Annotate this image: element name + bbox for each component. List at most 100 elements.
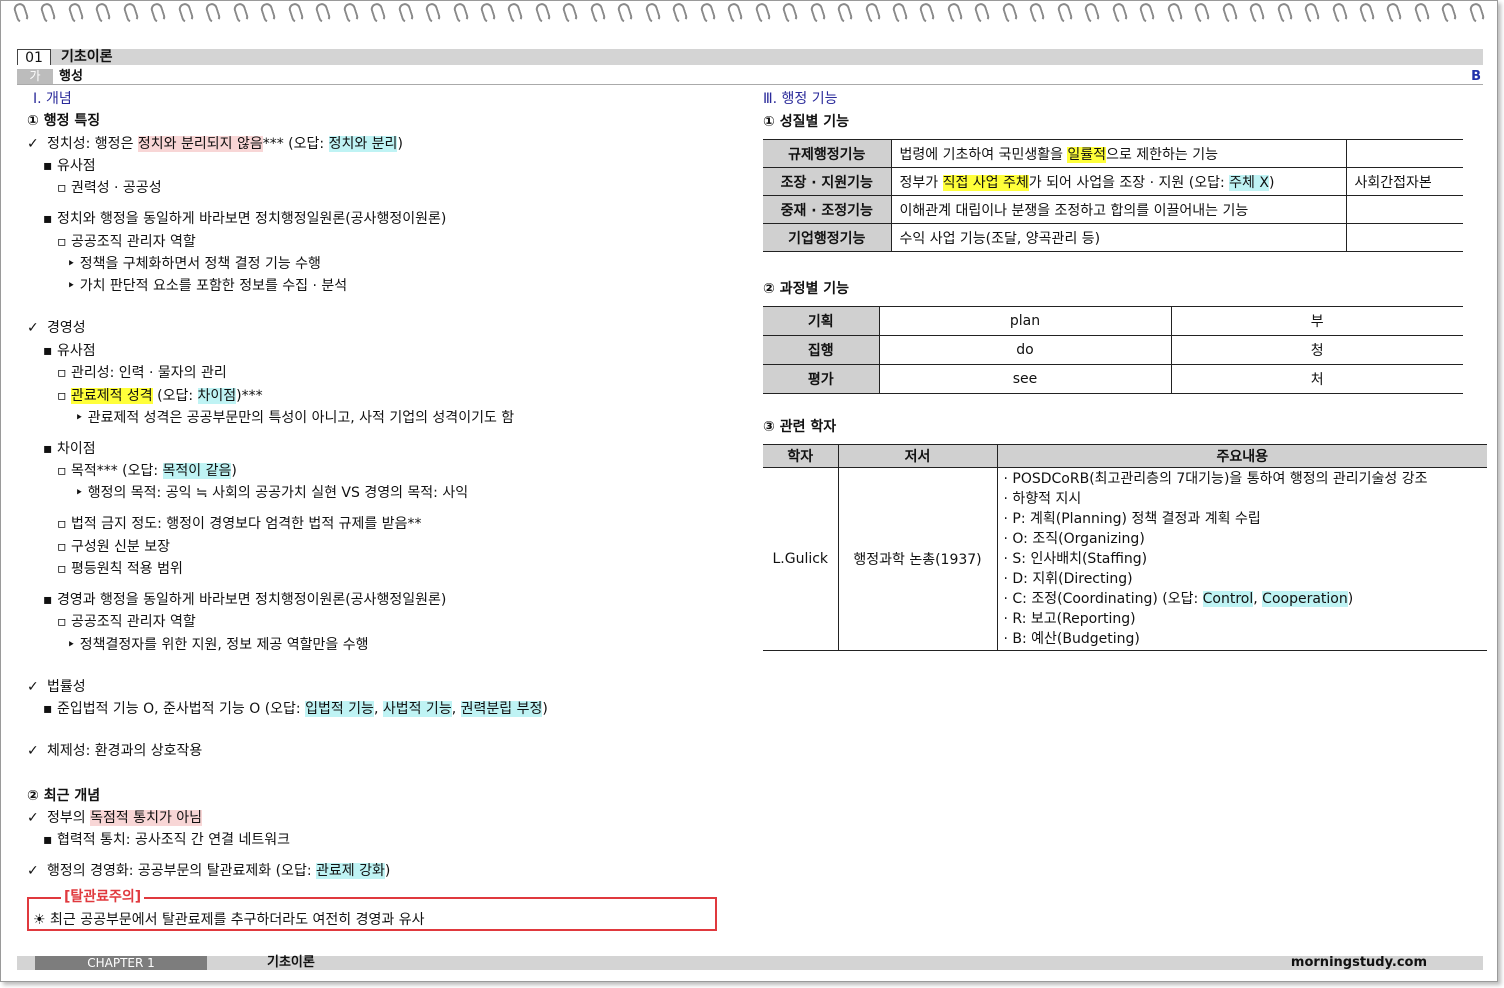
line-managerialization: ✓ 행정의 경영화: 공공부문의 탈관료제화 (오답: 관료제 강화) bbox=[27, 863, 391, 879]
section-heading-functions: Ⅲ. 행정 기능 bbox=[763, 91, 838, 107]
scholars-table: 학자 저서 주요내용 L.Gulick 행정과학 논총(1937) · POSD… bbox=[763, 444, 1487, 651]
section-heading-concept: Ⅰ. 개념 bbox=[33, 91, 72, 107]
content-item: · S: 인사배치(Staffing) bbox=[1003, 551, 1148, 567]
line-legal-restriction: ▫ 법적 금지 정도: 행정이 경영보다 엄격한 법적 규제를 받음** bbox=[57, 516, 422, 532]
binder-ring bbox=[369, 1, 387, 25]
line-support-role: ‣ 정책결정자를 위한 지원, 정보 제공 역할만을 수행 bbox=[67, 637, 369, 653]
binder-ring bbox=[918, 1, 937, 25]
process-kr: 청 bbox=[1170, 335, 1463, 365]
binder-ring bbox=[973, 1, 992, 25]
table-row: 조장 · 지원기능 정부가 직접 사업 주체가 되어 사업을 조장 · 지원 (오… bbox=[763, 167, 1463, 196]
function-note bbox=[1345, 223, 1463, 252]
post-bureaucracy-text: ☀ 최근 공공부문에서 탈관료제를 추구하더라도 여전히 경영과 유사 bbox=[33, 912, 425, 928]
binder-ring bbox=[122, 1, 140, 25]
chapter-title: 기초이론 bbox=[61, 49, 113, 65]
table-row: 평가 see 처 bbox=[763, 364, 1463, 394]
footer-site: morningstudy.com bbox=[1290, 955, 1427, 970]
binder-ring bbox=[836, 1, 854, 25]
page-footer: CHAPTER 1 기초이론 morningstudy.com bbox=[17, 956, 1483, 970]
line-cooperative-governance: ▪ 협력적 통치: 공사조직 간 연결 네트워크 bbox=[43, 832, 290, 848]
function-name: 기업행정기능 bbox=[763, 223, 891, 252]
process-name: 평가 bbox=[763, 364, 879, 394]
line-purpose: ▫ 목적*** (오답: 목적이 같음) bbox=[57, 463, 237, 479]
content-item: · D: 지휘(Directing) bbox=[1003, 571, 1133, 587]
binder-ring bbox=[726, 1, 744, 25]
line-manageability: ▫ 관리성: 인력 · 물자의 관리 bbox=[57, 365, 227, 381]
function-note: 사회간접자본 bbox=[1345, 167, 1463, 196]
binder-ring bbox=[259, 1, 278, 25]
binder-ring bbox=[1138, 1, 1157, 25]
post-bureaucracy-box: [탈관료주의] ☀ 최근 공공부문에서 탈관료제를 추구하더라도 여전히 경영과… bbox=[27, 889, 717, 931]
chapter-number: 01 bbox=[17, 49, 51, 66]
heading-by-process: ② 과정별 기능 bbox=[763, 281, 850, 297]
scholar-book: 행정과학 논총(1937) bbox=[837, 467, 997, 651]
content-item: · P: 계획(Planning) 정책 결정과 계획 수립 bbox=[1003, 511, 1261, 527]
binder-ring bbox=[1110, 1, 1129, 25]
binder-ring bbox=[231, 1, 250, 25]
line-policy-decision: ‣ 정책을 구체화하면서 정책 결정 기능 수행 bbox=[67, 256, 321, 272]
check-icon: ✓ bbox=[27, 136, 39, 152]
binder-ring bbox=[1303, 1, 1321, 25]
check-icon: ✓ bbox=[27, 320, 39, 336]
binder-ring bbox=[698, 1, 717, 25]
process-kr: 부 bbox=[1170, 306, 1463, 336]
line-value-judgment: ‣ 가치 판단적 요소를 포함한 정보를 수집 · 분석 bbox=[67, 278, 348, 294]
function-note bbox=[1345, 195, 1463, 224]
binder-ring bbox=[781, 1, 799, 25]
binder-ring bbox=[1028, 1, 1047, 25]
table-row: 기업행정기능 수익 사업 기능(조달, 양곡관리 등) bbox=[763, 223, 1463, 252]
page: 01 기초이론 가 행성 B Ⅰ. 개념 ① 행정 특징 ✓ 정치성: 행정은 정… bbox=[0, 0, 1498, 982]
process-name: 기획 bbox=[763, 306, 879, 336]
line-difference: ▪ 차이점 bbox=[43, 441, 96, 457]
line-management: ✓ 경영성 bbox=[27, 320, 86, 336]
binder-ring bbox=[753, 1, 772, 25]
heading-recent-concept: ② 최근 개념 bbox=[27, 788, 101, 804]
binder-rings bbox=[12, 1, 1486, 25]
binder-ring bbox=[1440, 1, 1459, 25]
section-mark: 가 bbox=[17, 69, 53, 84]
binder-ring bbox=[1165, 1, 1184, 25]
table-row: 규제행정기능 법령에 기초하여 국민생활을 일률적으로 제한하는 기능 bbox=[763, 139, 1463, 168]
process-name: 집행 bbox=[763, 335, 879, 365]
binder-ring bbox=[1220, 1, 1239, 25]
process-functions-table: 기획 plan 부 집행 do 청 평가 see 처 bbox=[763, 306, 1463, 394]
col-content: 주요내용 bbox=[996, 444, 1487, 468]
line-politics: ✓ 정치성: 행정은 정치와 분리되지 않음*** (오답: 정치와 분리) bbox=[27, 136, 403, 152]
check-icon: ✓ bbox=[27, 743, 39, 759]
content-item: · POSDCoRB(최고관리층의 7대기능)을 통하여 행정의 관리기술성 강… bbox=[1003, 471, 1428, 487]
binder-ring bbox=[561, 1, 580, 25]
process-en: see bbox=[878, 364, 1171, 394]
content-item: · 하향적 지시 bbox=[1003, 491, 1082, 507]
line-bureaucratic-note: ‣ 관료제적 성격은 공공부문만의 특성이 아니고, 사적 기업의 성격이기도 … bbox=[75, 410, 515, 426]
binder-ring bbox=[863, 1, 882, 25]
binder-ring bbox=[808, 1, 827, 25]
binder-ring bbox=[671, 1, 690, 25]
function-desc: 정부가 직접 사업 주체가 되어 사업을 조장 · 지원 (오답: 주체 X) bbox=[890, 167, 1346, 196]
binder-ring bbox=[12, 1, 30, 25]
binder-ring bbox=[1358, 1, 1376, 25]
process-kr: 처 bbox=[1170, 364, 1463, 394]
footer-title: 기초이론 bbox=[267, 955, 315, 970]
line-similarity: ▪ 유사점 bbox=[43, 158, 96, 174]
binder-ring bbox=[424, 1, 442, 25]
binder-ring bbox=[314, 1, 332, 25]
check-icon: ✓ bbox=[27, 863, 39, 879]
line-not-monopoly: ✓ 정부의 독점적 통치가 아님 bbox=[27, 810, 203, 826]
binder-ring bbox=[891, 1, 909, 25]
scholar-content: · POSDCoRB(최고관리층의 7대기능)을 통하여 행정의 관리기술성 강… bbox=[996, 467, 1487, 651]
scholar-name: L.Gulick bbox=[763, 467, 838, 651]
binder-ring bbox=[589, 1, 607, 25]
binder-ring bbox=[1083, 1, 1102, 25]
heading-scholars: ③ 관련 학자 bbox=[763, 419, 837, 435]
function-desc: 수익 사업 기능(조달, 양곡관리 등) bbox=[890, 223, 1346, 252]
binder-ring bbox=[946, 1, 964, 25]
function-note bbox=[1345, 139, 1463, 168]
line-similarity-2: ▪ 유사점 bbox=[43, 343, 96, 359]
line-status-guarantee: ▫ 구성원 신분 보장 bbox=[57, 539, 170, 555]
binder-ring bbox=[177, 1, 195, 25]
binder-ring bbox=[534, 1, 552, 25]
line-equality: ▫ 평등원칙 적용 범위 bbox=[57, 561, 183, 577]
binder-ring bbox=[506, 1, 525, 25]
content-item: · O: 조직(Organizing) bbox=[1003, 531, 1145, 547]
binder-ring bbox=[451, 1, 470, 25]
